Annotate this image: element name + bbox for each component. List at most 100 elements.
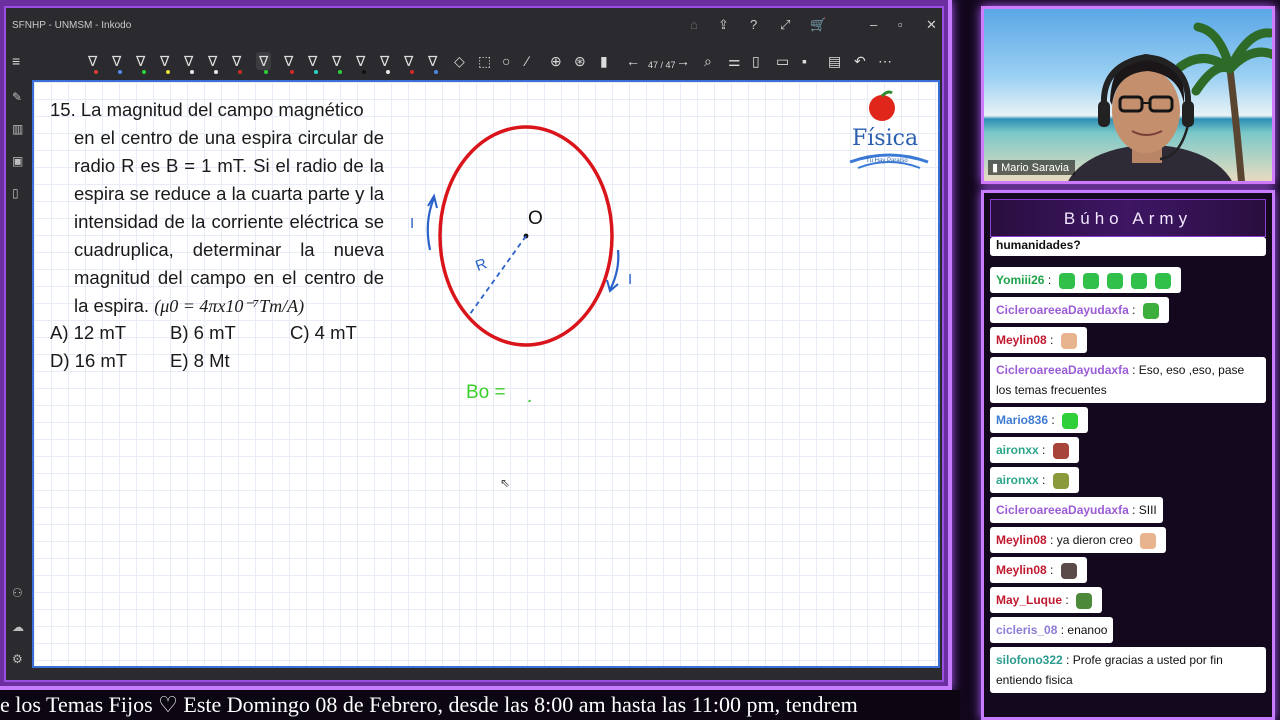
news-ticker: e los Temas Fijos ♡ Este Domingo 08 de F… [0, 690, 960, 720]
mic-icon[interactable]: ▮ [600, 52, 608, 70]
emote-icon [1142, 302, 1159, 319]
whiteboard-canvas[interactable]: 15. La magnitud del campo magnético en e… [32, 80, 940, 668]
paste-icon[interactable]: ▤ [828, 52, 841, 70]
option-d: D) 16 mT [50, 350, 128, 371]
emote-icon [1060, 332, 1077, 349]
webcam-feed: ▮ Mario Saravia [981, 6, 1275, 184]
more-icon[interactable]: ⋯ [878, 52, 892, 70]
menu-icon[interactable]: ≡ [12, 52, 20, 70]
pen-tool-icon[interactable]: ∇ [404, 52, 413, 70]
emote-icon [1060, 562, 1077, 579]
pen-tool-icon[interactable]: ∇ [232, 52, 241, 70]
pen-tool-icon[interactable]: ∇ [88, 52, 97, 70]
new-page-icon[interactable]: ▯ [752, 52, 760, 70]
pen-tool-icon[interactable]: ∇ [136, 52, 145, 70]
help-icon[interactable]: ? [750, 17, 757, 32]
cart-icon[interactable]: 🛒 [810, 17, 826, 33]
line-tool-icon[interactable]: ∕ [526, 52, 528, 70]
laser-icon[interactable]: ⊛ [574, 52, 586, 70]
target-icon[interactable]: ⊕ [550, 52, 562, 70]
pen-tool-icon[interactable]: ∇ [332, 52, 341, 70]
title-bar: SFNHP - UNMSM - Inkodo ⌂ ⇪ ? ⤢ 🛒 – ▫ ✕ [6, 8, 942, 44]
page-counter: 47 / 47 [648, 60, 676, 70]
cloud-icon[interactable]: ☁ [12, 620, 24, 634]
chat-message: CicleroareeaDayudaxfa : Eso, eso ,eso, p… [990, 357, 1266, 403]
undo-icon[interactable]: ↶ [854, 52, 866, 70]
minimize-button[interactable]: – [870, 17, 877, 32]
settings-sliders-icon[interactable]: ⚌ [728, 52, 741, 70]
current-label-left: I [410, 215, 414, 232]
chat-message: Meylin08 : [990, 557, 1087, 583]
close-button[interactable]: ✕ [926, 17, 937, 33]
image-icon[interactable]: ▣ [12, 154, 23, 168]
fullscreen-icon[interactable]: ⤢ [780, 17, 790, 33]
pen-tool-icon[interactable]: ∇ [112, 52, 121, 70]
emote-icon [1052, 472, 1069, 489]
problem-statement: 15. La magnitud del campo magnético en e… [50, 96, 384, 320]
chat-message: Meylin08 : [990, 327, 1087, 353]
clipboard-icon[interactable]: ▯ [12, 186, 19, 200]
chat-message: aironxx : [990, 467, 1079, 493]
emote-icon [1130, 272, 1147, 289]
emote-icon [1076, 592, 1093, 609]
emote-icon [1052, 442, 1069, 459]
chat-message: aironxx : [990, 437, 1079, 463]
prev-page-icon[interactable]: ← [626, 52, 640, 70]
mouse-cursor: ⇖ [500, 476, 511, 490]
pen-tool-icon[interactable]: ∇ [256, 52, 272, 70]
chat-message: Mario836 : [990, 407, 1089, 433]
problem-first-line: 15. La magnitud del campo magnético [50, 99, 364, 120]
option-c: C) 4 mT [290, 322, 357, 343]
center-label: O [528, 208, 543, 229]
camera-name-tag: ▮ Mario Saravia [988, 160, 1075, 175]
next-page-icon[interactable]: → [676, 52, 690, 70]
logo-text: Física [852, 126, 919, 151]
emote-icon [1154, 272, 1171, 289]
option-e: E) 8 Mt [170, 350, 230, 371]
eraser-icon[interactable]: ◇ [454, 52, 465, 70]
pen-tool-icon[interactable]: ∇ [308, 52, 317, 70]
save-icon[interactable]: ▪ [802, 52, 807, 70]
gear-icon[interactable]: ⚙ [12, 652, 23, 666]
chat-message: May_Luque : [990, 587, 1103, 613]
person-icon[interactable]: ⚇ [12, 586, 23, 600]
pen-tool-icon[interactable]: ∇ [208, 52, 217, 70]
chat-message: CicleroareeaDayudaxfa : [990, 297, 1169, 323]
chat-message: CicleroareeaDayudaxfa : SIII [990, 497, 1163, 523]
pen-tool-icon[interactable]: ∇ [356, 52, 365, 70]
ticker-text: e los Temas Fijos ♡ Este Domingo 08 de F… [0, 692, 858, 717]
chat-panel: Búho Army humanidades? Yomiii26 : Cicler… [981, 190, 1275, 720]
pen-mode-icon[interactable]: ✎ [12, 90, 22, 104]
current-label-right: I [628, 271, 632, 288]
logo-tagline: Tú Hay Paraíso [866, 158, 908, 164]
signal-bars-icon: ▮ [992, 162, 999, 174]
radius-label: R [473, 255, 489, 275]
share-icon[interactable]: ⇪ [718, 17, 729, 33]
circle-shape-icon[interactable]: ○ [502, 52, 510, 70]
pen-tool-icon[interactable]: ∇ [184, 52, 193, 70]
mu-formula: (μ0 = 4πx10⁻⁷Tm/A) [154, 296, 305, 316]
option-a: A) 12 mT [50, 322, 127, 343]
b0-expression: Bo = [466, 382, 506, 402]
pen-tool-icon[interactable]: ∇ [428, 52, 437, 70]
maximize-button[interactable]: ▫ [898, 17, 903, 32]
open-folder-icon[interactable]: ▭ [776, 52, 789, 70]
chat-message: cicleris_08 : enanoo [990, 617, 1114, 643]
pen-tool-icon[interactable]: ∇ [380, 52, 389, 70]
webcam-scene [1068, 22, 1272, 181]
lock-icon[interactable]: ⌂ [690, 17, 698, 32]
toolbar: ≡ ∇ ∇ ∇ ∇ ∇ ∇ ∇ ∇ ∇ ∇ ∇ ∇ ∇ ∇ ∇ ◇ ⬚ ○ ∕ … [6, 44, 942, 80]
chat-message: Meylin08 : ya dieron creo [990, 527, 1167, 553]
zoom-icon[interactable]: ⌕ [704, 52, 712, 70]
problem-body: en el centro de una espira circular de r… [74, 127, 384, 316]
inkodo-window: SFNHP - UNMSM - Inkodo ⌂ ⇪ ? ⤢ 🛒 – ▫ ✕ ≡… [4, 6, 944, 682]
library-icon[interactable]: ▥ [12, 122, 23, 136]
pen-tool-icon[interactable]: ∇ [284, 52, 293, 70]
select-rect-icon[interactable]: ⬚ [478, 52, 491, 70]
pen-tool-icon[interactable]: ∇ [160, 52, 169, 70]
chat-header: Búho Army [990, 199, 1266, 237]
emote-icon [1062, 412, 1079, 429]
emote-icon [1082, 272, 1099, 289]
chat-message: Yomiii26 : [990, 267, 1181, 293]
loop-drawing: I I O R Bo = [410, 125, 632, 402]
